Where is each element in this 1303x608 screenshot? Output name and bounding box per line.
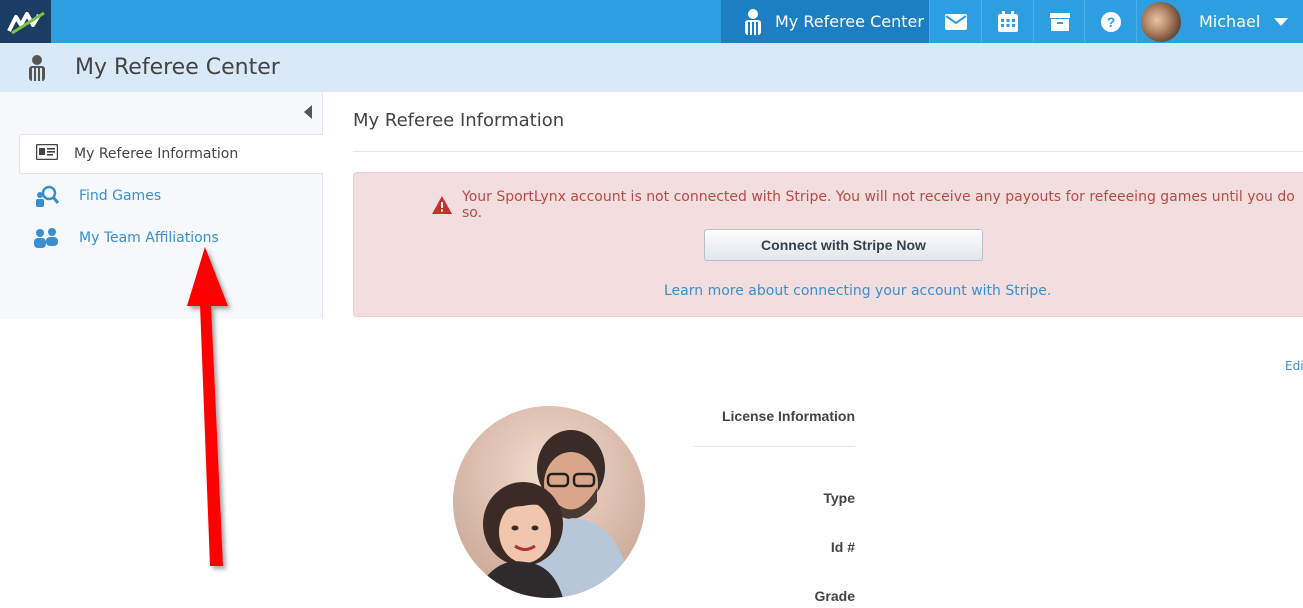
archive-icon (1049, 12, 1070, 31)
logo-mark-icon (6, 11, 45, 34)
calendar-icon (997, 11, 1018, 32)
id-card-icon (35, 143, 59, 164)
connect-stripe-button[interactable]: Connect with Stripe Now (704, 229, 983, 261)
help-button[interactable]: ? (1084, 0, 1136, 43)
referee-icon (22, 53, 52, 83)
collapse-sidebar-icon[interactable] (304, 105, 312, 119)
divider (353, 151, 1303, 152)
page-header: My Referee Center (0, 43, 1303, 92)
archive-button[interactable] (1033, 0, 1085, 43)
team-icon (32, 227, 60, 249)
top-navbar: My Referee Center ? Michael (0, 0, 1303, 43)
avatar (1141, 1, 1181, 42)
alert-message: Your SportLynx account is not connected … (432, 189, 1302, 221)
license-type-label: Type (823, 490, 855, 506)
sidebar-item-my-referee-information[interactable]: My Referee Information (19, 134, 323, 174)
user-menu[interactable]: Michael (1136, 0, 1303, 43)
divider (694, 446, 855, 447)
warning-icon (432, 196, 452, 214)
alert-text: Your SportLynx account is not connected … (462, 189, 1295, 221)
sidebar-item-label: My Referee Information (74, 146, 239, 162)
sidebar: My Referee Information Find Games My Tea… (0, 92, 323, 319)
section-title: My Referee Information (353, 110, 565, 131)
app-root: My Referee Center ? Michael My Referee C… (0, 0, 1303, 608)
sidebar-item-find-games[interactable]: Find Games (32, 183, 161, 209)
license-id-label: Id # (830, 539, 855, 555)
user-name: Michael (1199, 12, 1261, 31)
profile-photo (453, 406, 645, 598)
calendar-button[interactable] (981, 0, 1033, 43)
sidebar-item-my-team-affiliations[interactable]: My Team Affiliations (32, 225, 219, 251)
messages-button[interactable] (929, 0, 981, 43)
app-logo[interactable] (0, 0, 51, 43)
edit-link[interactable]: Edi (1285, 359, 1303, 373)
page-title: My Referee Center (75, 55, 280, 80)
license-grade-label: Grade (814, 588, 855, 604)
stripe-alert: Your SportLynx account is not connected … (353, 172, 1303, 317)
learn-more-link[interactable]: Learn more about connecting your account… (664, 283, 1051, 299)
sidebar-item-label: My Team Affiliations (79, 230, 219, 246)
nav-my-referee-center-label: My Referee Center (775, 12, 924, 31)
chevron-down-icon (1274, 17, 1289, 26)
help-icon: ? (1100, 11, 1121, 32)
find-games-icon (32, 185, 60, 207)
nav-my-referee-center[interactable]: My Referee Center (721, 0, 929, 43)
license-heading: License Information (721, 408, 855, 424)
referee-icon (741, 8, 765, 36)
mail-icon (944, 13, 967, 30)
sidebar-item-label: Find Games (79, 188, 162, 204)
svg-text:?: ? (1106, 14, 1115, 30)
